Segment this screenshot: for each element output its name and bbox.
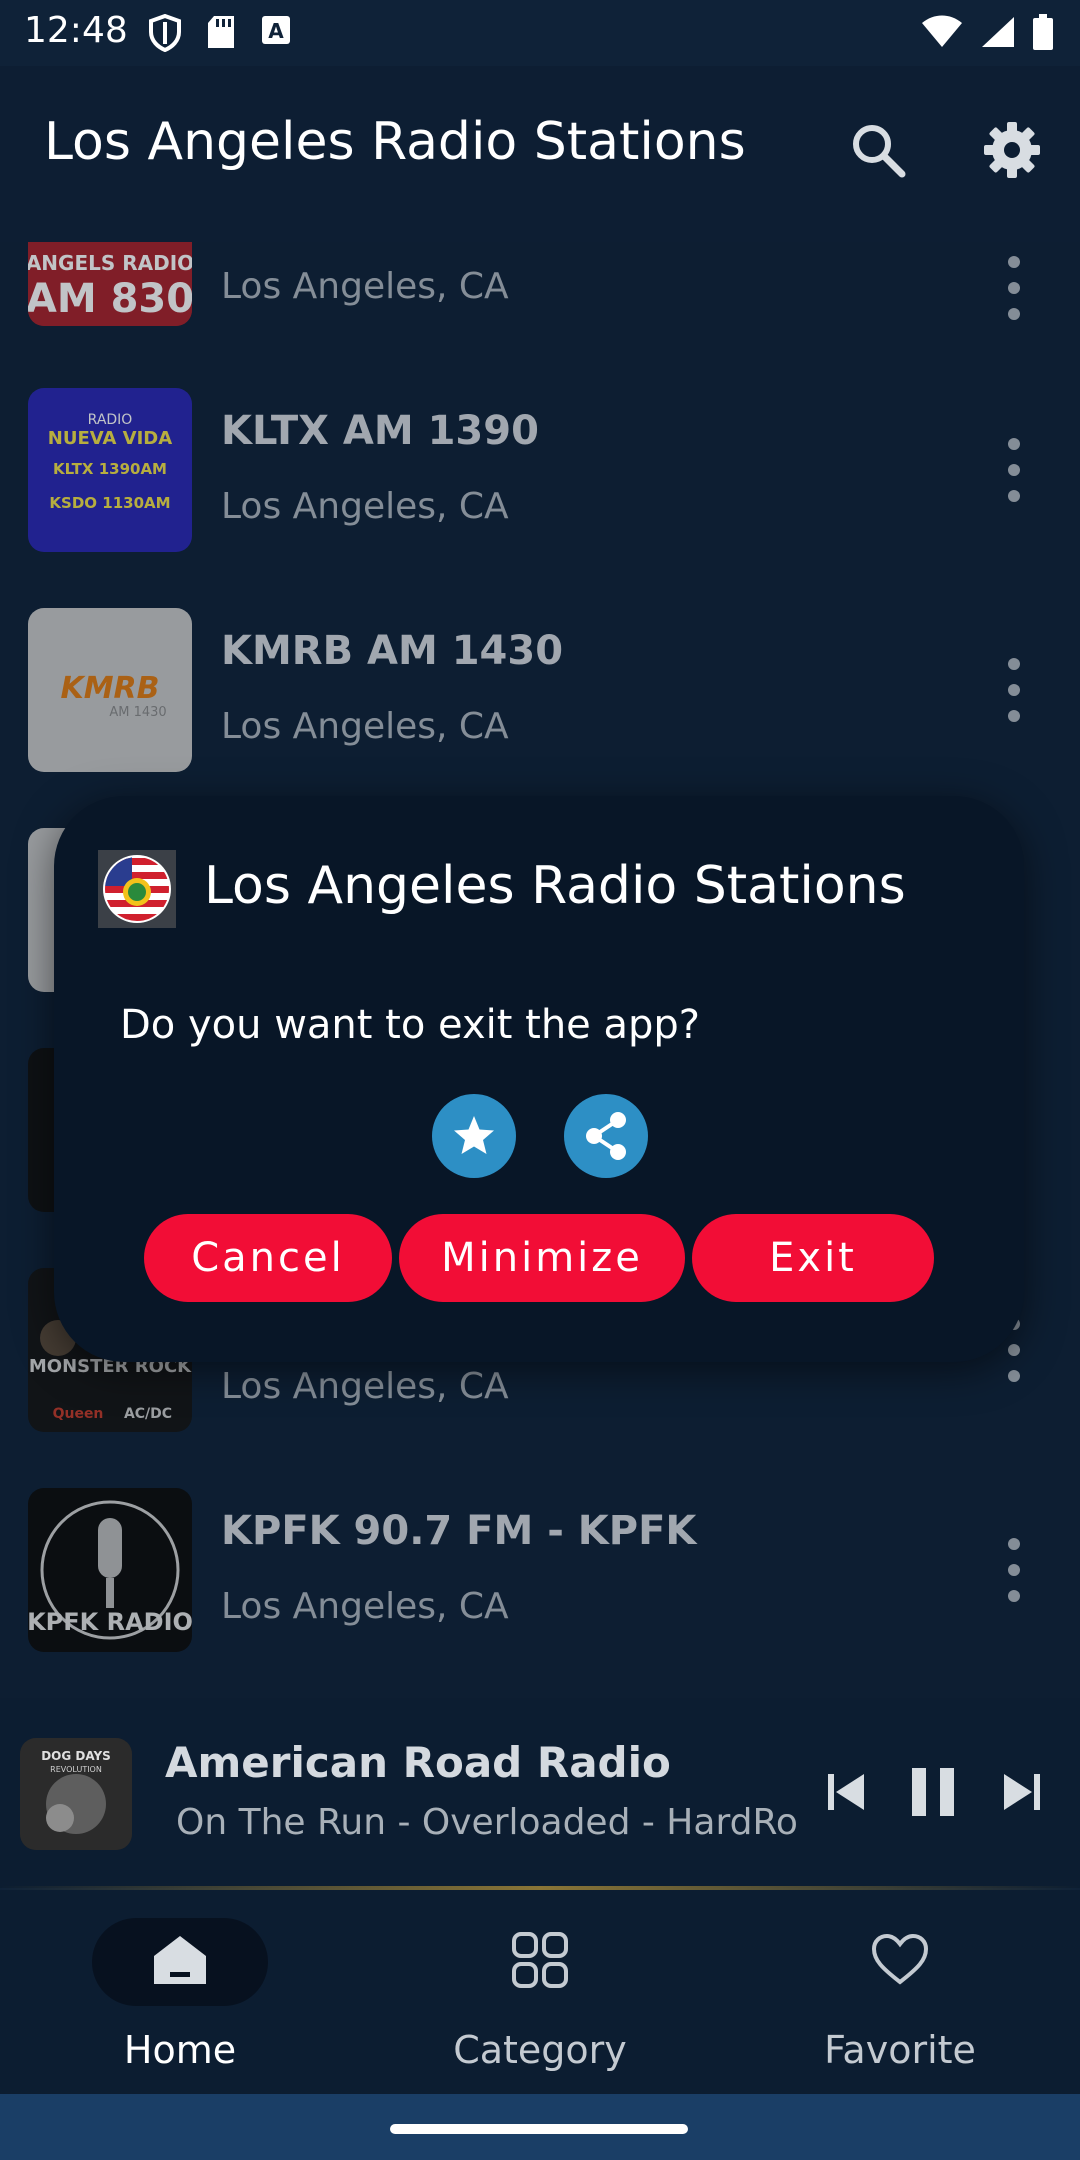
svg-text:A: A (268, 19, 284, 43)
keyboard-a-icon: A (262, 16, 290, 44)
nav-label-category: Category (453, 2028, 627, 2072)
app-title: Los Angeles Radio Stations (44, 112, 746, 172)
nav-favorite[interactable]: Favorite (720, 1890, 1080, 2094)
search-icon (853, 125, 906, 178)
skip-previous-icon[interactable] (824, 1760, 868, 1824)
app-logo (98, 850, 176, 928)
status-icons-right (920, 14, 1054, 50)
nav-home[interactable]: Home (0, 1890, 360, 2094)
status-time: 12:48 (24, 10, 128, 51)
settings-icon (984, 122, 1040, 178)
svg-text:REVOLUTION: REVOLUTION (50, 1765, 102, 1774)
heart-icon (871, 1933, 929, 1985)
now-playing-art: DOG DAYS REVOLUTION (20, 1738, 132, 1850)
exit-button[interactable]: Exit (692, 1214, 934, 1302)
share-button[interactable] (564, 1094, 648, 1178)
share-icon (586, 1112, 626, 1160)
mini-player[interactable]: DOG DAYS REVOLUTION American Road Radio … (0, 1698, 1080, 1888)
svg-text:DOG DAYS: DOG DAYS (41, 1749, 111, 1763)
sd-card-icon (208, 16, 234, 48)
status-bar: 12:48 A (0, 0, 1080, 66)
shield-icon (149, 14, 181, 52)
gesture-handle[interactable] (390, 2124, 688, 2134)
nav-category[interactable]: Category (360, 1890, 720, 2094)
dialog-message: Do you want to exit the app? (120, 1002, 701, 1048)
category-grid-icon (512, 1932, 568, 1988)
status-icons-left: A (148, 14, 292, 52)
rate-button[interactable] (432, 1094, 516, 1178)
minimize-button[interactable]: Minimize (399, 1214, 685, 1302)
skip-next-icon[interactable] (1000, 1760, 1044, 1824)
search-button[interactable] (846, 118, 910, 182)
star-icon (454, 1116, 494, 1154)
wifi-icon (922, 15, 962, 47)
battery-icon (1033, 14, 1053, 50)
settings-button[interactable] (980, 118, 1044, 182)
now-playing-title: American Road Radio (165, 1738, 671, 1787)
home-icon (154, 1936, 206, 1984)
nav-label-home: Home (123, 2028, 237, 2072)
bottom-navigation: Home Category Favorite (0, 1890, 1080, 2094)
exit-dialog: Los Angeles Radio Stations Do you want t… (54, 796, 1024, 1362)
nav-label-favorite: Favorite (824, 2028, 976, 2072)
pause-icon[interactable] (908, 1760, 958, 1824)
signal-icon (982, 17, 1014, 47)
cancel-button[interactable]: Cancel (144, 1214, 392, 1302)
now-playing-subtitle: On The Run - Overloaded - HardRock (176, 1802, 796, 1843)
dialog-title: Los Angeles Radio Stations (204, 856, 906, 916)
